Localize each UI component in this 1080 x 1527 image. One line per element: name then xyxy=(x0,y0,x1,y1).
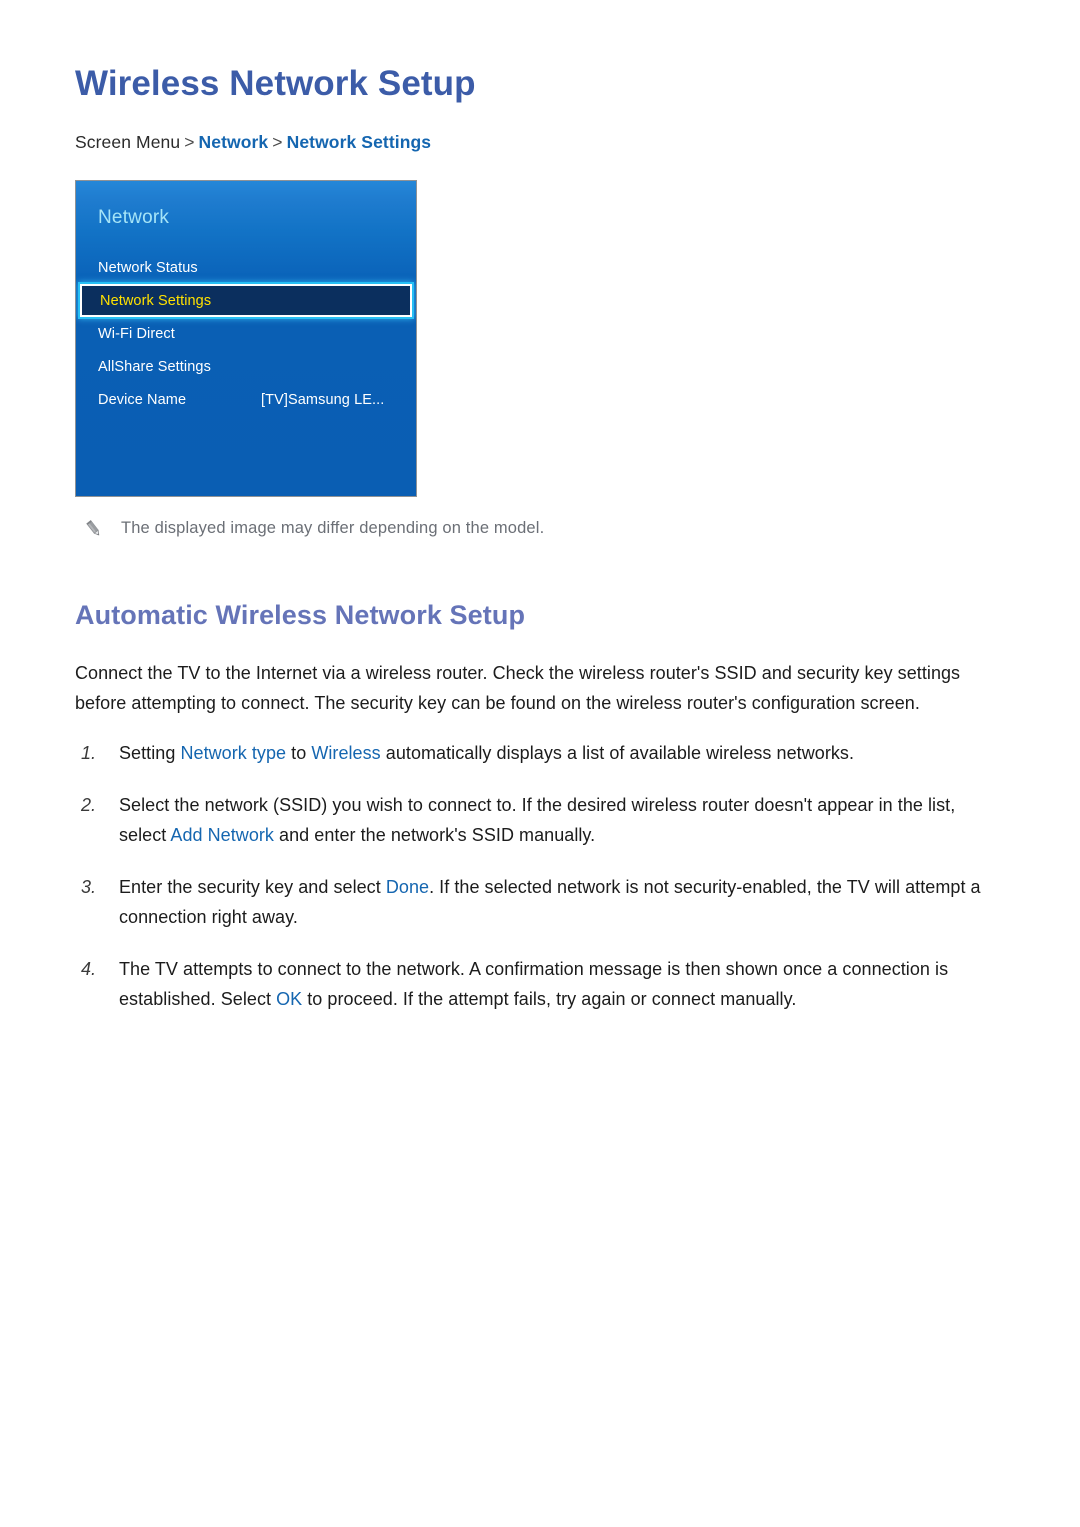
list-item: 3. Enter the security key and select Don… xyxy=(75,872,1005,932)
tv-menu-item-label: Device Name xyxy=(98,391,187,408)
list-item: 4. The TV attempts to connect to the net… xyxy=(75,954,1005,1014)
breadcrumb-item-network-settings[interactable]: Network Settings xyxy=(287,132,432,152)
inline-ui-term: Add Network xyxy=(170,825,274,845)
tv-menu-item-device-name[interactable]: Device Name [TV]Samsung LE... xyxy=(76,383,416,416)
inline-ui-term: Done xyxy=(385,877,430,897)
inline-ui-term: Network type xyxy=(180,743,287,763)
steps-list: 1. Setting Network type to Wireless auto… xyxy=(75,738,1005,1014)
tv-menu-item-label: AllShare Settings xyxy=(98,358,211,375)
step-text: Select the network (SSID) you wish to co… xyxy=(119,795,955,845)
page-title: Wireless Network Setup xyxy=(75,64,476,103)
tv-menu-header: Network xyxy=(98,207,170,228)
breadcrumb-item-network[interactable]: Network xyxy=(199,132,269,152)
tv-menu-screenshot: Network Network Status Network Settings … xyxy=(75,180,417,497)
breadcrumb-separator-2: > xyxy=(272,132,283,152)
inline-text: Enter the security key and select xyxy=(119,877,386,897)
tv-menu-item-allshare-settings[interactable]: AllShare Settings xyxy=(76,350,416,383)
list-item: 1. Setting Network type to Wireless auto… xyxy=(75,738,1005,768)
tv-menu-list: Network Status Network Settings Wi-Fi Di… xyxy=(76,251,416,416)
step-text: Setting Network type to Wireless automat… xyxy=(119,743,854,763)
inline-text: to proceed. If the attempt fails, try ag… xyxy=(302,989,797,1009)
page-root: Wireless Network Setup Screen Menu > Netwo… xyxy=(0,0,1080,1527)
model-note-text: The displayed image may differ depending… xyxy=(121,519,545,537)
tv-menu-selection-highlight: Network Settings xyxy=(80,284,412,317)
step-number: 2. xyxy=(81,795,97,815)
inline-ui-term: OK xyxy=(276,989,303,1009)
inline-ui-term: Wireless xyxy=(311,743,381,763)
section-heading: Automatic Wireless Network Setup xyxy=(75,600,526,630)
tv-menu-item-network-settings[interactable]: Network Settings xyxy=(76,284,416,317)
tv-menu-item-value: [TV]Samsung LE... xyxy=(261,391,385,408)
step-text: The TV attempts to connect to the networ… xyxy=(119,959,948,1009)
tv-menu-item-wifi-direct[interactable]: Wi-Fi Direct xyxy=(76,317,416,350)
step-number: 3. xyxy=(81,877,97,897)
breadcrumb-separator-1: > xyxy=(184,132,195,152)
breadcrumb: Screen Menu > Network > Network Settings xyxy=(75,130,1005,154)
inline-text: automatically displays a list of availab… xyxy=(380,743,855,763)
model-note: The displayed image may differ depending… xyxy=(83,517,1005,540)
pencil-icon xyxy=(83,518,105,540)
list-item: 2. Select the network (SSID) you wish to… xyxy=(75,790,1005,850)
tv-menu-item-label: Network Settings xyxy=(100,292,212,309)
tv-menu-item-network-status[interactable]: Network Status xyxy=(76,251,416,284)
breadcrumb-root: Screen Menu xyxy=(75,132,181,152)
step-number: 1. xyxy=(81,743,97,763)
step-text: Enter the security key and select Done. … xyxy=(119,877,981,927)
inline-text: to xyxy=(286,743,312,763)
tv-menu-item-label: Network Status xyxy=(98,259,198,276)
section-paragraph: Connect the TV to the Internet via a wir… xyxy=(75,663,961,713)
inline-text: and enter the network's SSID manually. xyxy=(273,825,596,845)
tv-menu-item-label: Wi-Fi Direct xyxy=(98,325,175,342)
inline-text: Setting xyxy=(119,743,181,763)
step-number: 4. xyxy=(81,959,97,979)
